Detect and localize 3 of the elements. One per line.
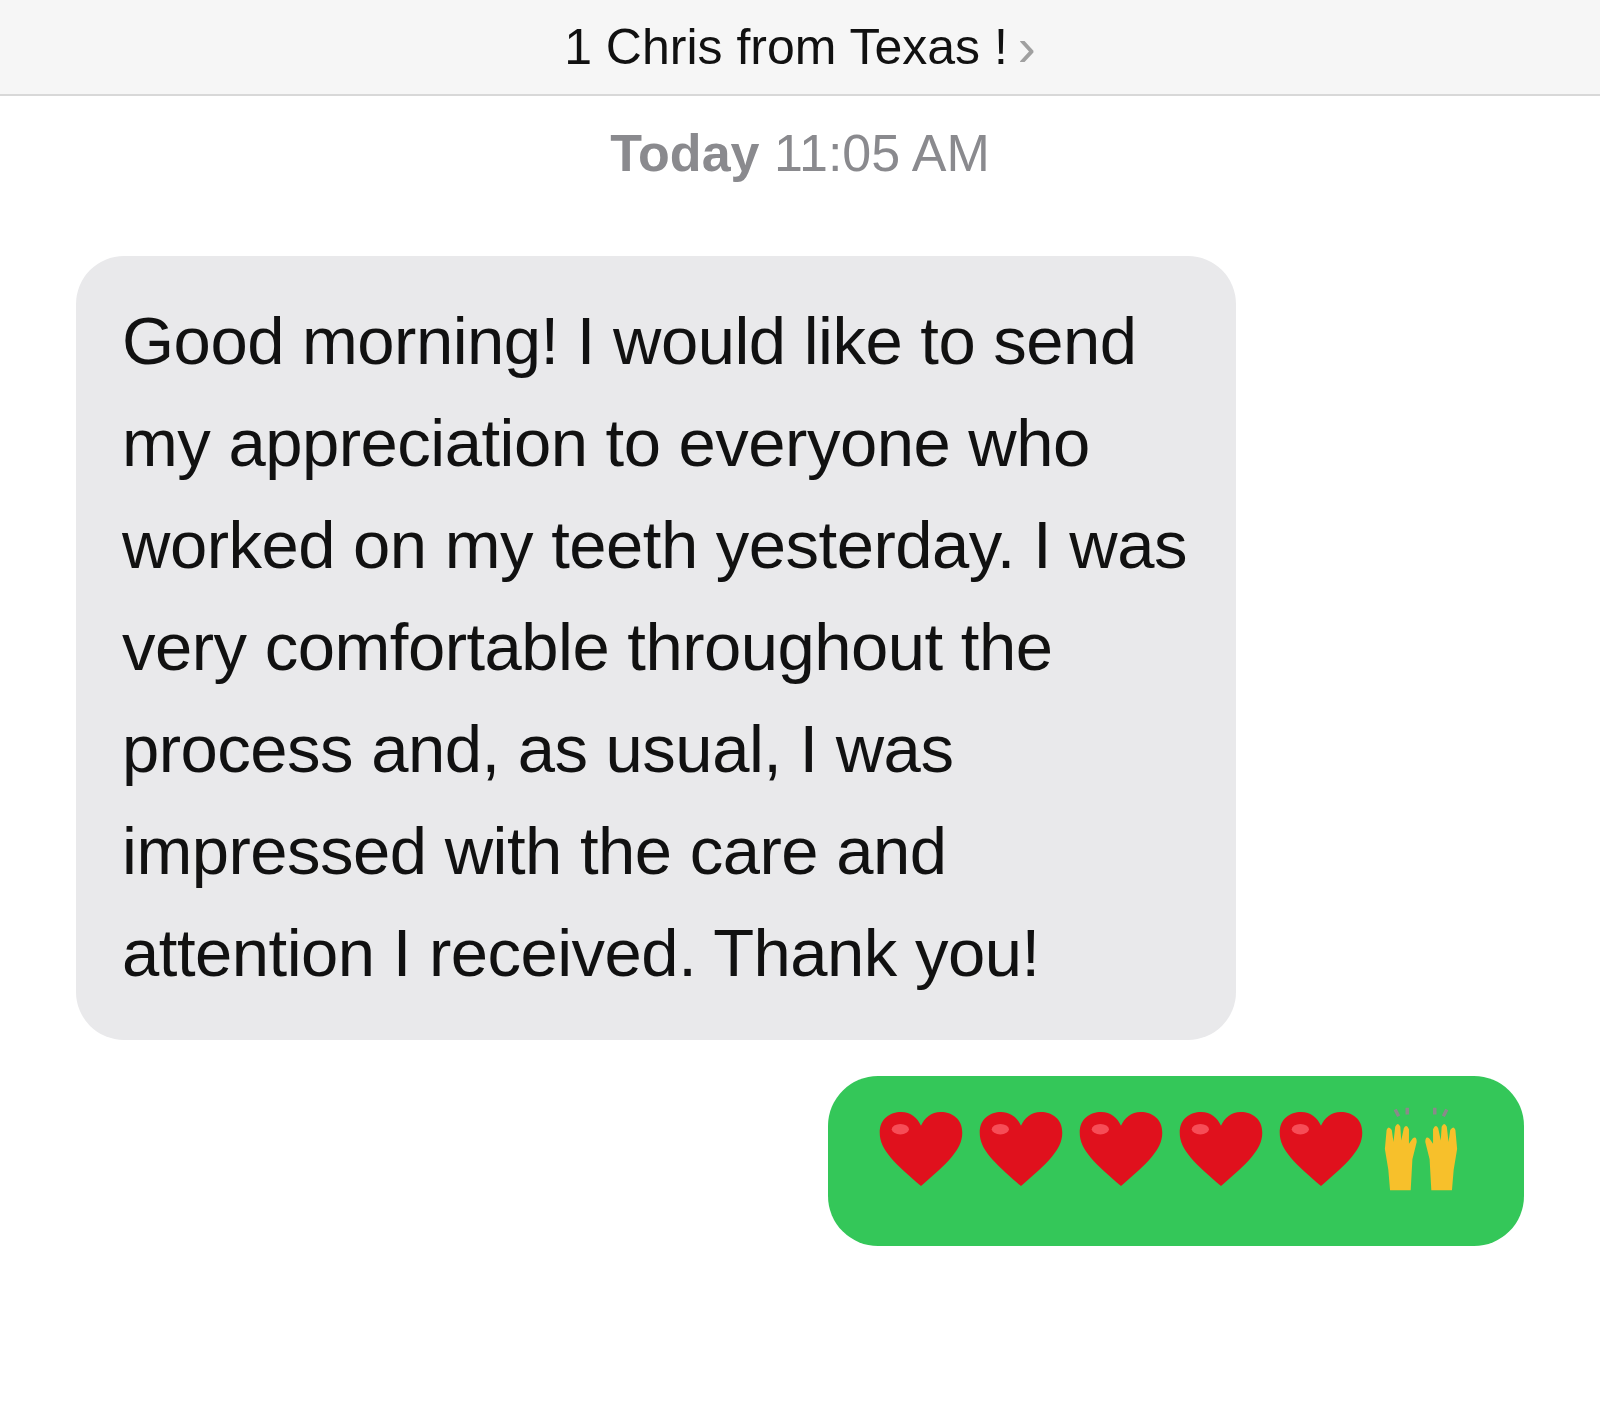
message-text: Good morning! I would like to send my appreciation to everyone who worked on my teeth yesterday. I was very comfortable throughout the process and, as usual, I was impressed with the care and attention I received. Thank you! — [122, 302, 1188, 992]
message-timestamp: Today 11:05 AM — [610, 123, 990, 184]
contact-name[interactable]: 1 Chris from Texas ! — [564, 9, 1008, 85]
